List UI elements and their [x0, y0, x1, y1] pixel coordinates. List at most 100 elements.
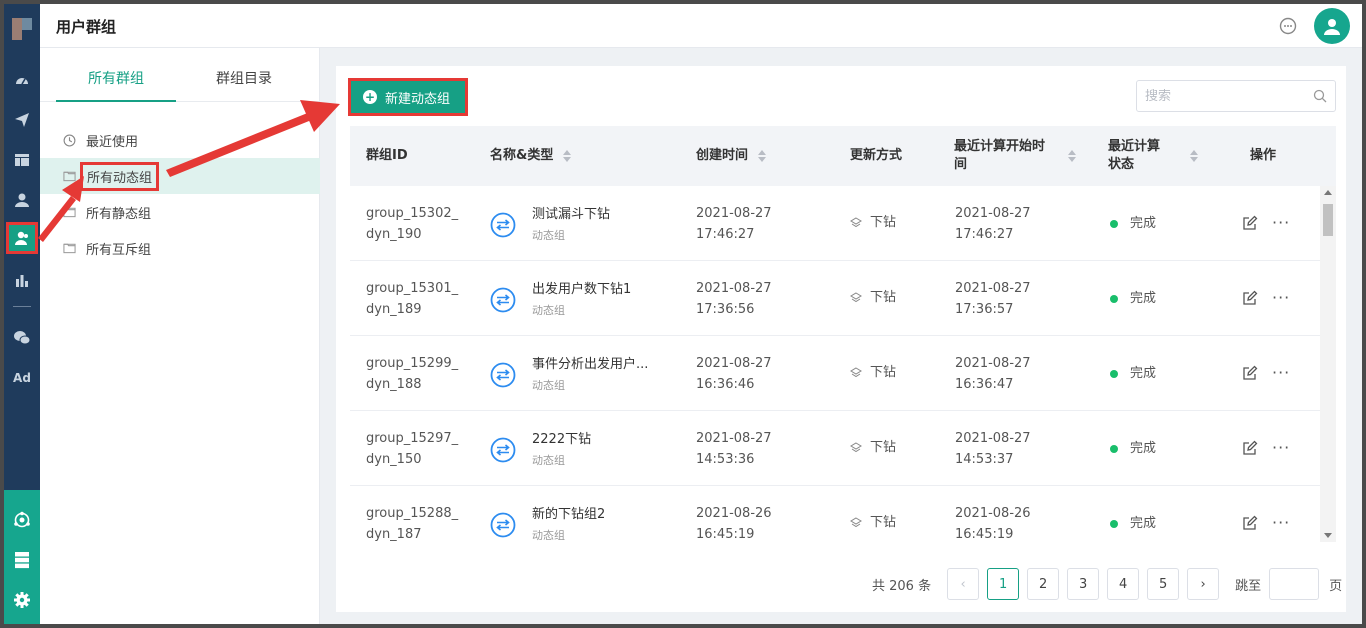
- group-type: 动态组: [532, 454, 565, 467]
- next-page-button[interactable]: ›: [1187, 568, 1220, 600]
- layout-icon[interactable]: [10, 148, 34, 172]
- sort-icon[interactable]: [1068, 150, 1076, 162]
- dynamic-group-icon: [490, 362, 516, 388]
- plus-icon: +: [363, 90, 377, 104]
- bar-chart-icon[interactable]: [10, 268, 34, 292]
- page-button[interactable]: 1: [987, 568, 1020, 600]
- table-row[interactable]: group_15301_ dyn_189 出发用户数下钻1 动态组 2021-0…: [350, 261, 1336, 336]
- name-type-cell[interactable]: 出发用户数下钻1 动态组: [490, 279, 631, 321]
- nav-item-dynamic-groups[interactable]: 所有动态组: [40, 158, 320, 194]
- user-group-icon[interactable]: [6, 222, 38, 254]
- ad-icon[interactable]: Ad: [10, 366, 34, 390]
- table-scrollbar[interactable]: [1320, 186, 1336, 542]
- group-type: 动态组: [532, 529, 565, 542]
- status-cell: 完成: [1110, 513, 1156, 534]
- nav-item-recent[interactable]: 最近使用: [40, 122, 320, 158]
- table-row[interactable]: group_15302_ dyn_190 测试漏斗下钻 动态组 2021-08-…: [350, 186, 1336, 261]
- chat-icon[interactable]: [1278, 16, 1298, 36]
- last-calc-time-cell: 2021-08-27 17:46:27: [955, 206, 1031, 242]
- nav-item-static-groups[interactable]: 所有静态组: [40, 194, 320, 230]
- col-header-id: 群组ID: [366, 148, 408, 163]
- server-icon[interactable]: [10, 548, 34, 572]
- more-actions-icon[interactable]: ···: [1272, 212, 1290, 233]
- page-button[interactable]: 2: [1027, 568, 1060, 600]
- edit-icon[interactable]: [1242, 365, 1258, 381]
- search-input[interactable]: [1145, 88, 1305, 104]
- created-time-cell: 2021-08-27 14:53:36: [696, 431, 772, 467]
- more-actions-icon[interactable]: ···: [1272, 362, 1290, 383]
- settings-gear-icon[interactable]: [10, 588, 34, 612]
- tab-all-groups[interactable]: 所有群组: [88, 68, 144, 88]
- name-type-cell[interactable]: 测试漏斗下钻 动态组: [490, 204, 610, 246]
- more-actions-icon[interactable]: ···: [1272, 437, 1290, 458]
- page-button[interactable]: 3: [1067, 568, 1100, 600]
- actions-cell: ···: [1242, 362, 1290, 383]
- table-row[interactable]: group_15288_ dyn_187 新的下钻组2 动态组 2021-08-…: [350, 486, 1336, 542]
- page-suffix: 页: [1329, 578, 1343, 594]
- wechat-icon[interactable]: [10, 326, 34, 350]
- edit-icon[interactable]: [1242, 440, 1258, 456]
- status-cell: 完成: [1110, 438, 1156, 459]
- dashboard-icon[interactable]: [10, 68, 34, 92]
- table-row[interactable]: group_15299_ dyn_188 事件分析出发用户... 动态组 202…: [350, 336, 1336, 411]
- table-row[interactable]: group_15297_ dyn_150 2222下钻 动态组 2021-08-…: [350, 411, 1336, 486]
- name-type-cell[interactable]: 事件分析出发用户... 动态组: [490, 354, 648, 396]
- icon-rail: Ad: [4, 4, 40, 624]
- page-button[interactable]: 4: [1107, 568, 1140, 600]
- sort-icon[interactable]: [1190, 150, 1198, 162]
- scroll-up-arrow[interactable]: [1324, 190, 1332, 195]
- edit-icon[interactable]: [1242, 290, 1258, 306]
- folder-icon: [62, 169, 76, 183]
- prev-page-button[interactable]: ‹: [947, 568, 980, 600]
- group-name[interactable]: 事件分析出发用户...: [532, 354, 648, 375]
- scroll-down-arrow[interactable]: [1324, 533, 1332, 538]
- status-cell: 完成: [1110, 363, 1156, 384]
- group-name[interactable]: 2222下钻: [532, 429, 591, 450]
- send-icon[interactable]: [10, 108, 34, 132]
- network-icon[interactable]: [10, 508, 34, 532]
- page-button[interactable]: 5: [1147, 568, 1180, 600]
- group-name[interactable]: 出发用户数下钻1: [532, 279, 631, 300]
- col-header-name[interactable]: 名称&类型: [490, 126, 572, 186]
- edit-icon[interactable]: [1242, 515, 1258, 531]
- col-header-status[interactable]: 最近计算 状态: [1108, 126, 1198, 186]
- created-time-cell: 2021-08-27 17:46:27: [696, 206, 772, 242]
- group-name[interactable]: 新的下钻组2: [532, 504, 605, 525]
- tab-group-catalog[interactable]: 群组目录: [216, 68, 272, 88]
- last-calc-time-cell: 2021-08-27 17:36:57: [955, 281, 1031, 317]
- group-nav-list: 最近使用 所有动态组 所有静态组 所有互斥组: [40, 122, 320, 266]
- search-icon[interactable]: [1313, 89, 1327, 107]
- group-name[interactable]: 测试漏斗下钻: [532, 204, 610, 225]
- created-time-cell: 2021-08-26 16:45:19: [696, 506, 772, 542]
- sort-icon[interactable]: [563, 150, 572, 162]
- edit-icon[interactable]: [1242, 215, 1258, 231]
- status-text: 完成: [1130, 366, 1157, 381]
- sort-icon[interactable]: [758, 150, 767, 162]
- status-dot: [1110, 219, 1118, 228]
- jump-page-input[interactable]: [1269, 568, 1320, 600]
- user-avatar[interactable]: [1314, 8, 1350, 44]
- nav-item-exclusive-groups[interactable]: 所有互斥组: [40, 230, 320, 266]
- created-time-cell: 2021-08-27 16:36:46: [696, 356, 772, 392]
- folder-icon: [62, 241, 76, 255]
- update-mode-cell: 下钻: [850, 212, 896, 233]
- name-type-cell[interactable]: 2222下钻 动态组: [490, 429, 591, 471]
- more-actions-icon[interactable]: ···: [1272, 287, 1290, 308]
- app-window: Ad 用户群组 所有群组 群组目录 最近使用 所有动态组 所有静态组 所有互斥组…: [4, 4, 1362, 624]
- group-id-cell: group_15297_ dyn_150: [366, 431, 459, 467]
- col-header-label: 最近计算开始时 间: [954, 139, 1046, 172]
- col-header-created[interactable]: 创建时间: [696, 126, 767, 186]
- user-icon[interactable]: [10, 188, 34, 212]
- more-actions-icon[interactable]: ···: [1272, 512, 1290, 533]
- new-dynamic-group-button[interactable]: + 新建动态组: [348, 78, 468, 116]
- col-header-last-calc[interactable]: 最近计算开始时 间: [954, 126, 1076, 186]
- search-box[interactable]: [1136, 80, 1336, 112]
- name-type-cell[interactable]: 新的下钻组2 动态组: [490, 504, 605, 542]
- update-mode-cell: 下钻: [850, 512, 896, 533]
- scroll-thumb[interactable]: [1323, 204, 1333, 236]
- total-count: 共 206 条: [872, 578, 932, 594]
- created-time-cell: 2021-08-27 17:36:56: [696, 281, 772, 317]
- actions-cell: ···: [1242, 287, 1290, 308]
- groups-table: 群组ID 名称&类型 创建时间 更新方式 最近计算开始时 间 最近计算 状态 操…: [350, 126, 1336, 542]
- last-calc-time-cell: 2021-08-26 16:45:19: [955, 506, 1031, 542]
